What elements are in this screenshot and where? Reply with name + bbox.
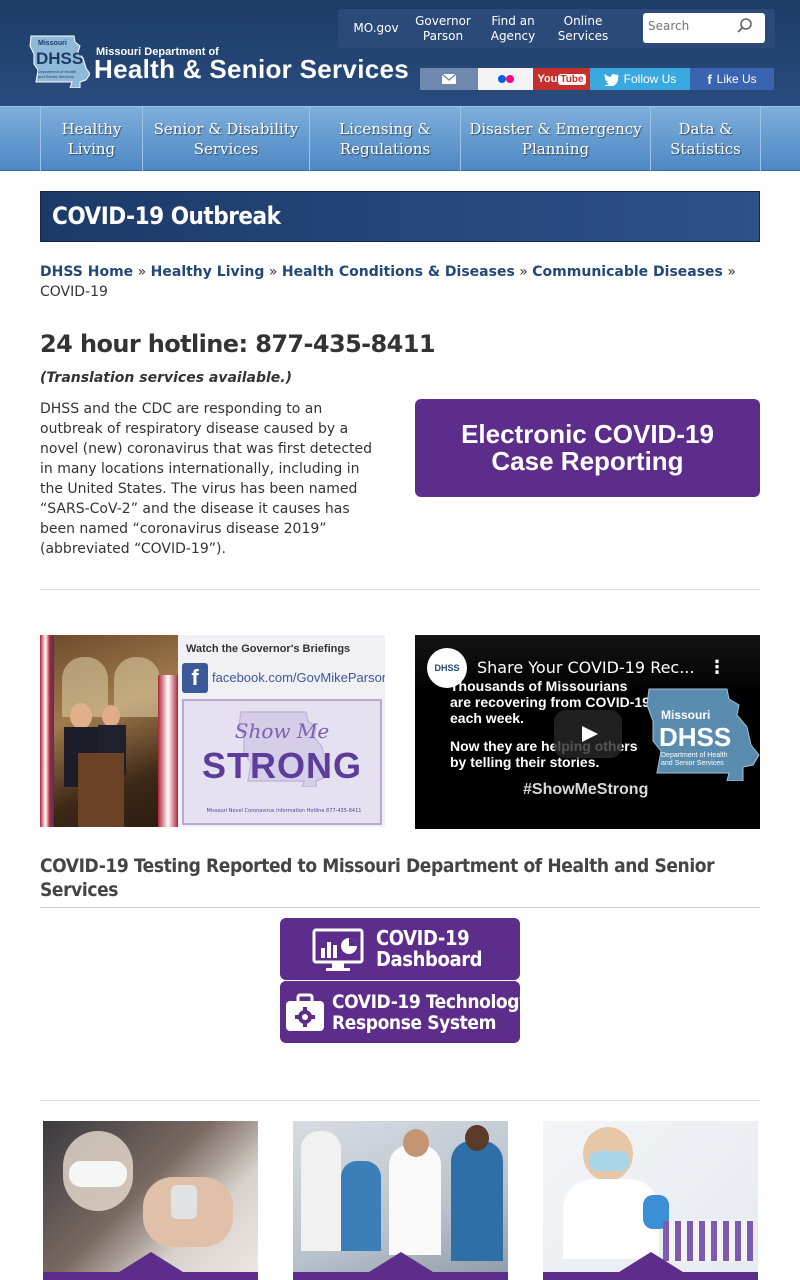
strong-text: STRONG [201, 745, 362, 786]
card-bar [43, 1272, 258, 1280]
find-agency-link[interactable]: Find an Agency [480, 9, 546, 48]
breadcrumb-separator: » [268, 264, 278, 280]
healthcare-workers-card[interactable] [293, 1121, 508, 1280]
youtube-video-embed[interactable]: DHSS Share Your COVID-19 Rec... ⋮ Thousa… [415, 635, 760, 829]
covid-dashboard-button[interactable]: COVID-19 Dashboard [280, 918, 520, 980]
nav-licensing[interactable]: Licensing & Regulations [309, 107, 460, 171]
search-box [643, 13, 765, 43]
video-line-3: each week. [450, 710, 524, 726]
breadcrumb-healthy-living[interactable]: Healthy Living [151, 264, 265, 280]
facebook-icon: f [182, 663, 208, 693]
ecr-line-2: Case Reporting [491, 446, 684, 476]
site-header: Missouri DHSS Department of Health and S… [0, 0, 800, 106]
intro-paragraph: DHSS and the CDC are responding to an ou… [40, 401, 373, 557]
nav-senior-disability[interactable]: Senior & Disability Services [142, 107, 309, 171]
nav-disaster[interactable]: Disaster & Emergency Planning [460, 107, 650, 171]
video-menu-icon[interactable]: ⋮ [708, 657, 726, 678]
translation-note: (Translation services available.) [40, 370, 293, 386]
breadcrumb-current: COVID-19 [40, 284, 108, 300]
page-title-banner: COVID-19 Outbreak [40, 191, 760, 242]
lab-testing-card[interactable] [543, 1121, 758, 1280]
show-me-strong-panel: Show Me STRONG Missouri Novel Coronaviru… [182, 699, 382, 825]
logo-main-text: Health & Senior Services [94, 54, 409, 84]
facebook-f-icon: f [707, 71, 712, 87]
breadcrumb-separator: » [137, 264, 147, 280]
facebook-like-button[interactable]: f Like Us [690, 68, 774, 90]
logo-abbr: DHSS [36, 49, 84, 68]
video-line-1: Thousands of Missourians [450, 678, 628, 694]
twitter-follow-button[interactable]: Follow Us [590, 68, 690, 90]
play-icon [582, 726, 598, 742]
testing-divider [40, 907, 760, 908]
electronic-case-reporting-button[interactable]: Electronic COVID-19 Case Reporting [415, 399, 760, 497]
dashboard-label-1: COVID-19 [376, 926, 470, 950]
breadcrumb: DHSS Home » Healthy Living » Health Cond… [40, 262, 760, 302]
youtube-label: You [537, 73, 558, 85]
logo-state-label: Missouri [38, 40, 67, 47]
card-notch [619, 1252, 683, 1272]
video-map-state: Missouri [661, 708, 711, 722]
card-notch [369, 1252, 433, 1272]
covid-technology-response-button[interactable]: COVID-19 Technology Response System [280, 981, 530, 1043]
envelope-icon [441, 73, 457, 84]
breadcrumb-separator: » [519, 264, 528, 280]
facebook-label: Like Us [716, 72, 757, 86]
flickr-icon [497, 75, 514, 83]
hotline-heading: 24 hour hotline: 877-435-8411 [40, 330, 436, 358]
breadcrumb-dhss-home[interactable]: DHSS Home [40, 264, 133, 280]
dashboard-label-2: Dashboard [376, 947, 483, 971]
testing-heading: COVID-19 Testing Reported to Missouri De… [40, 855, 715, 901]
card-bar [293, 1272, 508, 1280]
youtube-label-tube: Tube [558, 73, 586, 85]
video-hashtag: #ShowMeStrong [523, 781, 649, 798]
hand-sanitizer-card[interactable] [43, 1121, 258, 1280]
governor-podium-photo [40, 635, 178, 827]
video-play-button[interactable] [554, 710, 622, 758]
mo-gov-link[interactable]: MO.gov [346, 9, 406, 48]
nav-data-statistics[interactable]: Data & Statistics [650, 107, 761, 171]
video-title[interactable]: Share Your COVID-19 Rec... [477, 658, 694, 677]
twitter-bird-icon [603, 73, 619, 86]
youtube-button[interactable]: You Tube [533, 68, 590, 90]
video-map-abbr: DHSS [659, 722, 732, 752]
card-bar [543, 1272, 758, 1280]
flickr-button[interactable] [478, 68, 533, 90]
main-nav: Healthy Living Senior & Disability Servi… [0, 106, 800, 171]
governor-facebook-link: f facebook.com/GovMikeParson [182, 663, 385, 693]
card-notch [119, 1252, 183, 1272]
governor-parson-link[interactable]: Governor Parson [410, 9, 476, 48]
nav-healthy-living[interactable]: Healthy Living [40, 107, 142, 171]
dashboard-monitor-icon [312, 928, 364, 971]
ecr-line-1: Electronic COVID-19 [461, 419, 714, 449]
governor-briefings-banner[interactable]: Watch the Governor's Briefings f faceboo… [40, 635, 385, 827]
email-signup-button[interactable] [420, 68, 478, 90]
tech-label-2: Response System [332, 1012, 497, 1034]
utility-bar: MO.gov Governor Parson Find an Agency On… [338, 9, 775, 48]
governor-hotline-small: Missouri Novel Coronavirus Information H… [206, 808, 362, 814]
breadcrumb-separator: » [727, 264, 736, 280]
divider [40, 589, 760, 590]
governor-facebook-url: facebook.com/GovMikeParson [212, 670, 385, 685]
breadcrumb-communicable-diseases[interactable]: Communicable Diseases [532, 264, 723, 280]
video-map-sub1: Department of Health [661, 752, 728, 759]
tech-label-1: COVID-19 Technology [332, 991, 530, 1013]
search-input[interactable] [648, 19, 736, 33]
online-services-link[interactable]: Online Services [550, 9, 616, 48]
toolbox-gear-icon [286, 993, 324, 1031]
page-title: COVID-19 Outbreak [52, 202, 281, 230]
video-line-2: are recovering from COVID-19 [450, 694, 650, 710]
show-me-text: Show Me [234, 719, 330, 743]
breadcrumb-health-conditions[interactable]: Health Conditions & Diseases [282, 264, 515, 280]
twitter-label: Follow Us [623, 72, 677, 86]
divider [40, 1100, 760, 1101]
search-icon[interactable] [737, 18, 753, 34]
video-map-sub2: and Senior Services [661, 760, 724, 767]
logo-small: Department of Health and Senior Services [38, 69, 77, 79]
governor-briefings-text: Watch the Governor's Briefings [186, 643, 351, 655]
